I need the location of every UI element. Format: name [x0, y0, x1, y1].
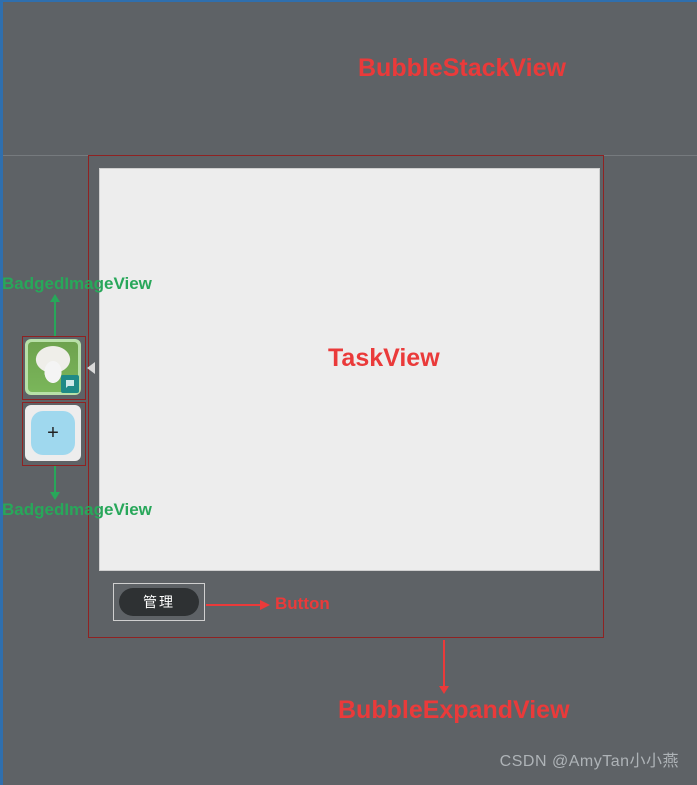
- bubble-add[interactable]: +: [25, 405, 81, 461]
- label-task-view: TaskView: [328, 344, 440, 373]
- label-badged-image-view-top: BadgedImageView: [2, 274, 152, 294]
- window-top-border: [0, 0, 697, 2]
- window-left-border: [0, 0, 3, 785]
- arrow-bubble-expand: [438, 640, 450, 694]
- label-button: Button: [275, 594, 330, 614]
- caret-left-icon: [87, 362, 95, 374]
- plus-icon: +: [31, 411, 75, 455]
- label-bubble-expand-view: BubbleExpandView: [338, 696, 570, 725]
- manage-button[interactable]: 管理: [119, 588, 199, 616]
- manage-button-frame: 管理: [113, 583, 205, 621]
- arrow-badged-bottom: [49, 466, 61, 500]
- arrow-badged-top: [49, 294, 61, 336]
- arrow-button: [206, 599, 270, 611]
- chat-badge-icon: [61, 375, 79, 393]
- bubble-avatar[interactable]: [25, 339, 81, 395]
- label-badged-image-view-bottom: BadgedImageView: [2, 500, 152, 520]
- watermark-text: CSDN @AmyTan小小燕: [500, 747, 679, 771]
- label-bubble-stack-view: BubbleStackView: [358, 54, 566, 83]
